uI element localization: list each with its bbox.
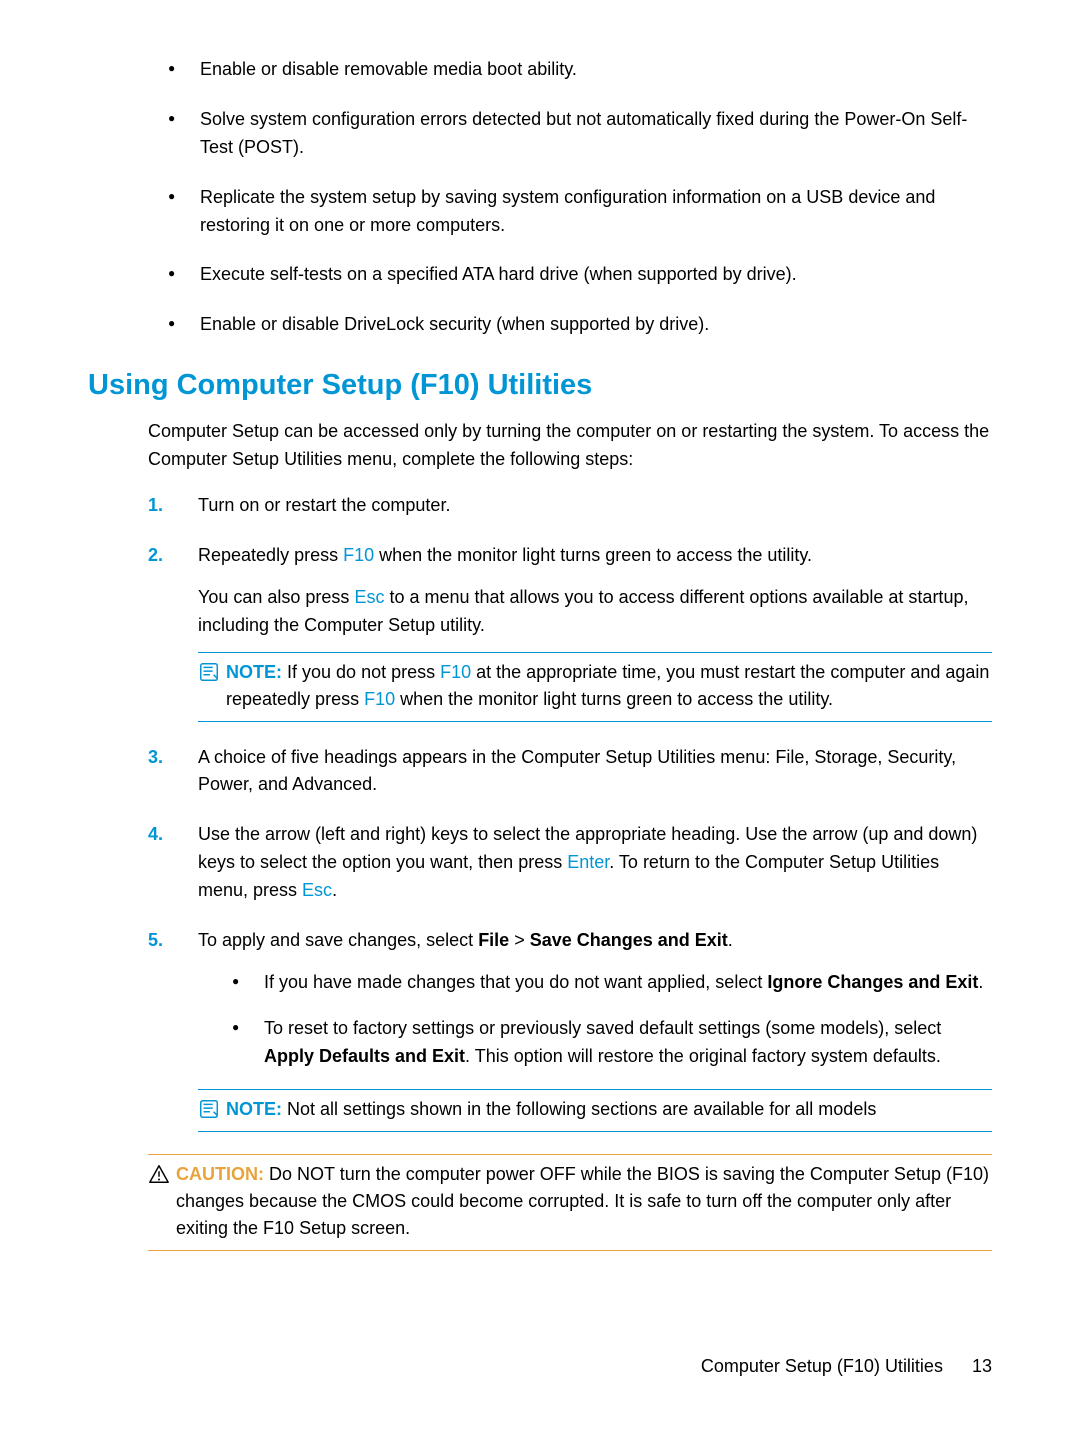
- step-text: A choice of five headings appears in the…: [198, 747, 956, 795]
- note-text-part: when the monitor light turns green to ac…: [395, 689, 833, 709]
- list-item: Execute self-tests on a specified ATA ha…: [168, 261, 992, 289]
- list-item-text: Replicate the system setup by saving sys…: [200, 187, 935, 235]
- section-heading: Using Computer Setup (F10) Utilities: [88, 369, 992, 402]
- option-name: Ignore Changes and Exit: [767, 972, 978, 992]
- warning-triangle-icon: [148, 1163, 170, 1185]
- caution-label: CAUTION:: [176, 1164, 264, 1184]
- note-icon: [198, 661, 220, 683]
- sub-options-list: If you have made changes that you do not…: [198, 969, 992, 1071]
- option-name: Apply Defaults and Exit: [264, 1046, 465, 1066]
- step-text-part: To apply and save changes, select: [198, 930, 478, 950]
- keyboard-key: Esc: [302, 880, 332, 900]
- list-item: Enable or disable removable media boot a…: [168, 56, 992, 84]
- caution-text: Do NOT turn the computer power OFF while…: [176, 1164, 989, 1238]
- note-callout: NOTE: If you do not press F10 at the app…: [198, 652, 992, 722]
- page-footer: Computer Setup (F10) Utilities 13: [701, 1356, 992, 1377]
- step-item: Repeatedly press F10 when the monitor li…: [148, 542, 992, 722]
- text-part: You can also press: [198, 587, 354, 607]
- note-callout: NOTE: Not all settings shown in the foll…: [198, 1089, 992, 1132]
- step-item: To apply and save changes, select File >…: [148, 927, 992, 1132]
- list-item: Enable or disable DriveLock security (wh…: [168, 311, 992, 339]
- step-item: A choice of five headings appears in the…: [148, 744, 992, 800]
- list-item-text: Enable or disable DriveLock security (wh…: [200, 314, 709, 334]
- step-item: Use the arrow (left and right) keys to s…: [148, 821, 992, 905]
- list-item-text: Execute self-tests on a specified ATA ha…: [200, 264, 797, 284]
- note-label: NOTE:: [226, 1099, 282, 1119]
- note-body: NOTE: If you do not press F10 at the app…: [226, 659, 992, 713]
- step-sub-paragraph: You can also press Esc to a menu that al…: [198, 584, 992, 640]
- document-page: Enable or disable removable media boot a…: [0, 0, 1080, 1437]
- text-part: .: [978, 972, 983, 992]
- step-text: Turn on or restart the computer.: [198, 495, 450, 515]
- list-item: If you have made changes that you do not…: [232, 969, 992, 997]
- note-text: Not all settings shown in the following …: [287, 1099, 876, 1119]
- footer-section-title: Computer Setup (F10) Utilities: [701, 1356, 943, 1376]
- text-part: To reset to factory settings or previous…: [264, 1018, 941, 1038]
- note-text-part: If you do not press: [287, 662, 440, 682]
- menu-path-item: File: [478, 930, 509, 950]
- step-text-part: .: [728, 930, 733, 950]
- step-text-part: Repeatedly press: [198, 545, 343, 565]
- text-part: If you have made changes that you do not…: [264, 972, 767, 992]
- menu-path-item: Save Changes and Exit: [530, 930, 728, 950]
- keyboard-key: F10: [440, 662, 471, 682]
- list-item: To reset to factory settings or previous…: [232, 1015, 992, 1071]
- keyboard-key: Esc: [354, 587, 384, 607]
- feature-list: Enable or disable removable media boot a…: [88, 56, 992, 339]
- list-item-text: Enable or disable removable media boot a…: [200, 59, 577, 79]
- step-text-part: .: [332, 880, 337, 900]
- caution-callout: CAUTION: Do NOT turn the computer power …: [148, 1154, 992, 1251]
- intro-paragraph: Computer Setup can be accessed only by t…: [88, 418, 992, 474]
- note-body: NOTE: Not all settings shown in the foll…: [226, 1096, 876, 1123]
- step-text-part: when the monitor light turns green to ac…: [374, 545, 812, 565]
- list-item-text: Solve system configuration errors detect…: [200, 109, 967, 157]
- steps-list: Turn on or restart the computer. Repeate…: [88, 492, 992, 1132]
- note-label: NOTE:: [226, 662, 282, 682]
- text-part: . This option will restore the original …: [465, 1046, 941, 1066]
- keyboard-key: F10: [343, 545, 374, 565]
- keyboard-key: Enter: [567, 852, 609, 872]
- keyboard-key: F10: [364, 689, 395, 709]
- step-text-part: >: [509, 930, 530, 950]
- note-icon: [198, 1098, 220, 1120]
- list-item: Replicate the system setup by saving sys…: [168, 184, 992, 240]
- caution-body: CAUTION: Do NOT turn the computer power …: [176, 1161, 992, 1242]
- list-item: Solve system configuration errors detect…: [168, 106, 992, 162]
- page-number: 13: [972, 1356, 992, 1376]
- step-item: Turn on or restart the computer.: [148, 492, 992, 520]
